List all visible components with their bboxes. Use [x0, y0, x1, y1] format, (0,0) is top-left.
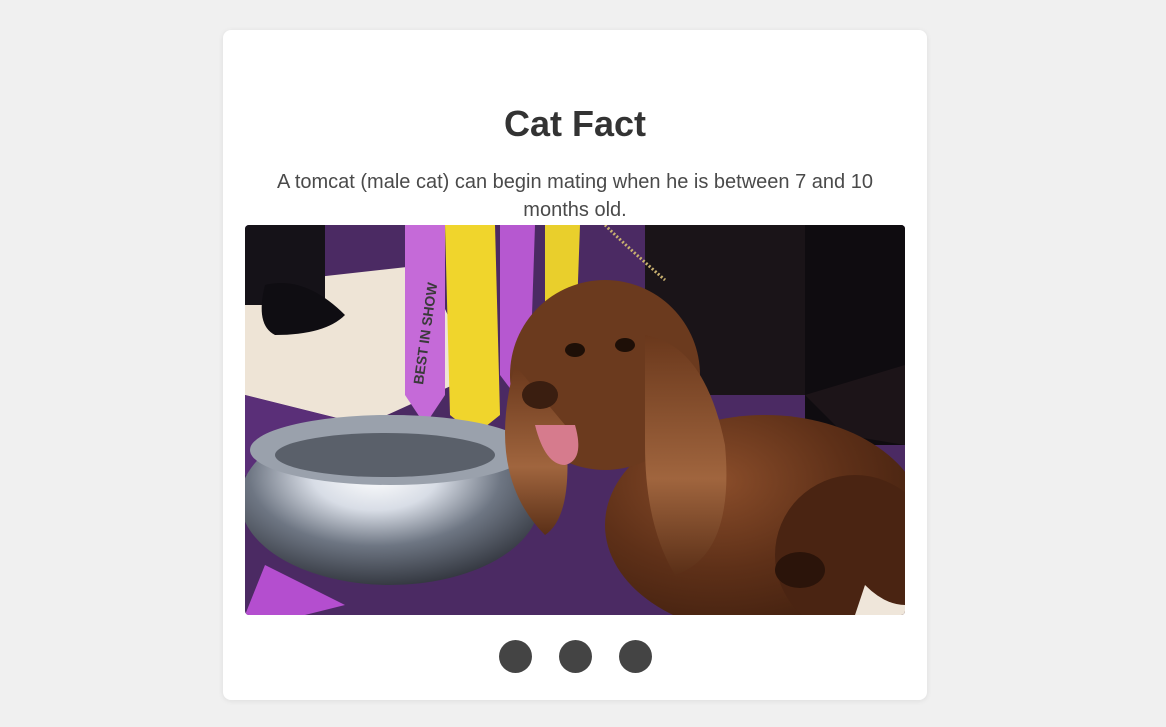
cat-fact-text: A tomcat (male cat) can begin mating whe… — [277, 171, 873, 221]
carousel-dots — [223, 640, 927, 673]
carousel-dot-2[interactable] — [558, 640, 592, 673]
cat-fact-card: Cat Fact A tomcat (male cat) can begin m… — [223, 30, 927, 700]
dog-with-trophy-image: BEST IN SHOW — [245, 225, 905, 615]
carousel-dot-1[interactable] — [498, 640, 532, 673]
carousel-dot-3[interactable] — [618, 640, 652, 673]
page-title: Cat Fact — [503, 103, 647, 144]
